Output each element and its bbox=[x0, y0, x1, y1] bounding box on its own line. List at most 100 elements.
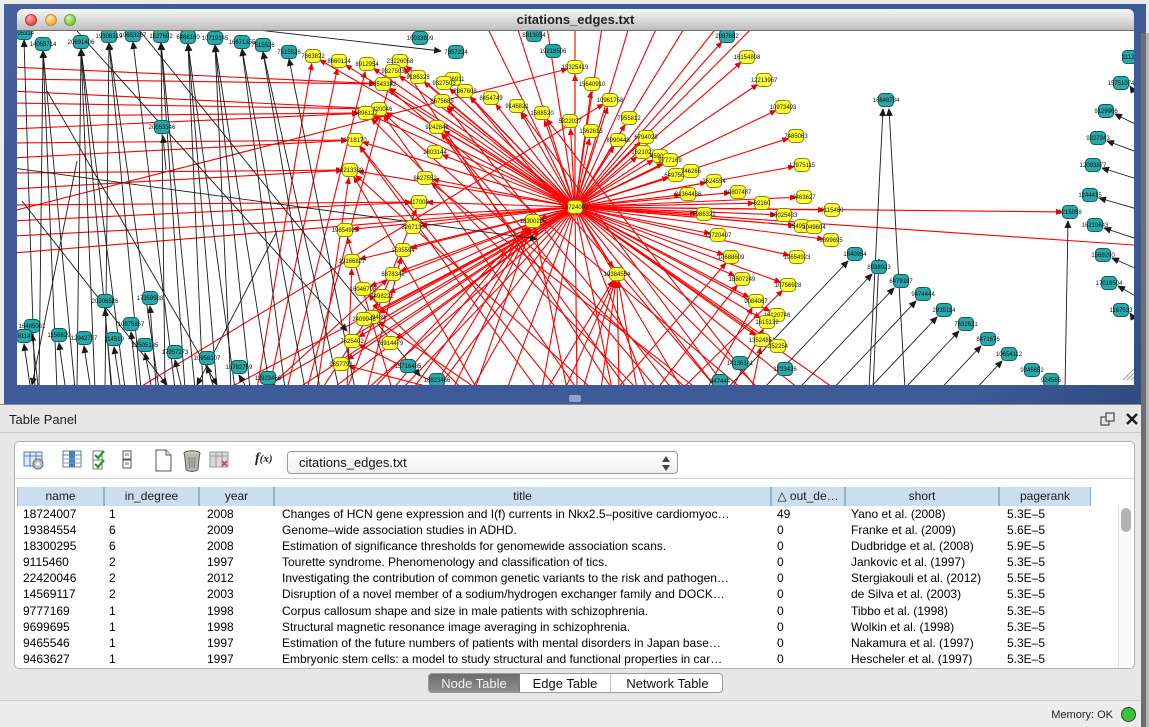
svg-text:8675685: 8675685 bbox=[430, 99, 454, 105]
svg-text:12213389: 12213389 bbox=[337, 168, 364, 174]
svg-text:9327503: 9327503 bbox=[432, 81, 456, 87]
svg-text:3498222: 3498222 bbox=[370, 294, 394, 300]
svg-text:17016504: 17016504 bbox=[1096, 281, 1123, 287]
svg-text:10688609: 10688609 bbox=[718, 255, 745, 261]
svg-text:62160: 62160 bbox=[754, 201, 771, 207]
svg-text:9242848: 9242848 bbox=[425, 125, 449, 131]
svg-text:11923466: 11923466 bbox=[255, 376, 282, 382]
svg-text:8938923: 8938923 bbox=[867, 265, 891, 271]
svg-text:6794028: 6794028 bbox=[634, 135, 658, 141]
svg-text:746266: 746266 bbox=[681, 169, 702, 175]
svg-text:9245652: 9245652 bbox=[1020, 368, 1044, 374]
svg-text:2867608: 2867608 bbox=[453, 89, 477, 95]
svg-text:12975115: 12975115 bbox=[789, 163, 816, 169]
svg-text:20691406: 20691406 bbox=[68, 40, 95, 46]
svg-text:1167533: 1167533 bbox=[1110, 308, 1134, 314]
svg-text:7632621: 7632621 bbox=[954, 322, 978, 328]
svg-text:16033809: 16033809 bbox=[407, 36, 434, 42]
svg-text:7515526: 7515526 bbox=[251, 43, 275, 49]
svg-text:2803144: 2803144 bbox=[423, 150, 447, 156]
svg-text:252254: 252254 bbox=[768, 344, 789, 350]
svg-text:1244415: 1244415 bbox=[1078, 193, 1102, 199]
svg-text:9896122: 9896122 bbox=[354, 111, 378, 117]
svg-text:8660124: 8660124 bbox=[327, 59, 351, 65]
svg-text:19166827: 19166827 bbox=[339, 259, 366, 265]
svg-text:19654923: 19654923 bbox=[784, 255, 811, 261]
svg-text:10958107: 10958107 bbox=[194, 356, 221, 362]
svg-text:117008: 117008 bbox=[409, 200, 429, 206]
svg-text:15716485: 15716485 bbox=[395, 364, 422, 370]
svg-text:10975867: 10975867 bbox=[118, 322, 145, 328]
svg-text:12093877: 12093877 bbox=[1080, 163, 1107, 169]
svg-text:9227343: 9227343 bbox=[1086, 136, 1110, 142]
svg-text:3624554: 3624554 bbox=[702, 179, 726, 185]
svg-text:1049604: 1049604 bbox=[802, 225, 826, 231]
svg-text:9115460: 9115460 bbox=[821, 208, 845, 214]
svg-text:1615132: 1615132 bbox=[755, 320, 779, 326]
svg-text:2935114: 2935114 bbox=[933, 308, 957, 314]
svg-text:19654923: 19654923 bbox=[332, 228, 359, 234]
svg-text:1156829: 1156829 bbox=[48, 333, 72, 339]
svg-text:8990448: 8990448 bbox=[606, 138, 630, 144]
svg-text:1362615: 1362615 bbox=[579, 129, 603, 135]
svg-text:10719145: 10719145 bbox=[202, 36, 229, 42]
svg-text:1733426: 1733426 bbox=[773, 367, 797, 373]
svg-text:2087682: 2087682 bbox=[715, 34, 739, 40]
svg-text:9777169: 9777169 bbox=[658, 158, 682, 164]
svg-text:114519: 114519 bbox=[104, 337, 124, 343]
svg-text:10653267: 10653267 bbox=[120, 33, 147, 39]
svg-text:7955812: 7955812 bbox=[617, 116, 641, 122]
svg-text:20053346: 20053346 bbox=[149, 125, 176, 131]
svg-text:7485063: 7485063 bbox=[784, 134, 808, 140]
svg-text:3267130: 3267130 bbox=[401, 225, 425, 231]
svg-text:3215958: 3215958 bbox=[1058, 210, 1082, 216]
svg-text:391141: 391141 bbox=[17, 334, 34, 340]
svg-text:9474444: 9474444 bbox=[911, 292, 935, 298]
svg-text:10923466: 10923466 bbox=[424, 378, 451, 384]
svg-text:10961758: 10961758 bbox=[597, 98, 624, 104]
svg-text:7515526: 7515526 bbox=[277, 50, 301, 56]
svg-text:9327503: 9327503 bbox=[381, 69, 405, 75]
svg-text:8427552: 8427552 bbox=[413, 176, 437, 182]
svg-text:15325419: 15325419 bbox=[562, 65, 589, 71]
svg-text:10973493: 10973493 bbox=[770, 105, 797, 111]
svg-text:18300295: 18300295 bbox=[520, 219, 547, 225]
svg-text:20206526: 20206526 bbox=[92, 299, 119, 305]
svg-text:205314: 205314 bbox=[17, 31, 35, 37]
svg-text:18807249: 18807249 bbox=[729, 277, 756, 283]
svg-text:19218506: 19218506 bbox=[540, 49, 567, 55]
svg-text:16046798: 16046798 bbox=[350, 287, 377, 293]
svg-text:1535594: 1535594 bbox=[391, 248, 415, 254]
svg-text:947444: 947444 bbox=[710, 379, 731, 385]
svg-text:9657791: 9657791 bbox=[329, 362, 353, 368]
svg-text:12942737: 12942737 bbox=[71, 336, 98, 342]
svg-text:11123: 11123 bbox=[1122, 55, 1134, 61]
svg-text:12505135: 12505135 bbox=[132, 343, 159, 349]
svg-text:9899695: 9899695 bbox=[819, 238, 843, 244]
svg-text:7986322: 7986322 bbox=[692, 212, 716, 218]
svg-text:10756928: 10756928 bbox=[775, 283, 802, 289]
svg-text:15720407: 15720407 bbox=[705, 233, 732, 239]
svg-text:1527602: 1527602 bbox=[149, 34, 173, 40]
svg-text:7663822: 7663822 bbox=[301, 54, 325, 60]
svg-text:7625402: 7625402 bbox=[340, 339, 364, 345]
svg-text:15640910: 15640910 bbox=[579, 82, 606, 88]
svg-text:924565: 924565 bbox=[1041, 378, 1062, 384]
svg-text:1569290: 1569290 bbox=[1091, 253, 1115, 259]
svg-text:16782759: 16782759 bbox=[226, 365, 253, 371]
svg-text:2718170: 2718170 bbox=[343, 138, 367, 144]
svg-text:5322037: 5322037 bbox=[558, 119, 582, 125]
svg-text:8454749: 8454749 bbox=[479, 96, 503, 102]
svg-text:8813054: 8813054 bbox=[522, 33, 546, 39]
svg-text:9463627: 9463627 bbox=[792, 195, 816, 201]
svg-text:12213967: 12213967 bbox=[751, 78, 778, 84]
svg-text:16154808: 16154808 bbox=[734, 55, 761, 61]
svg-text:10654112: 10654112 bbox=[996, 352, 1023, 358]
svg-text:21364436: 21364436 bbox=[675, 192, 702, 198]
svg-text:8186328: 8186328 bbox=[406, 75, 430, 81]
svg-text:19384554: 19384554 bbox=[604, 272, 631, 278]
svg-text:8471676: 8471676 bbox=[976, 337, 1000, 343]
svg-text:10025433: 10025433 bbox=[771, 213, 798, 219]
svg-text:17957273: 17957273 bbox=[162, 350, 189, 356]
svg-text:9084067: 9084067 bbox=[744, 299, 768, 305]
